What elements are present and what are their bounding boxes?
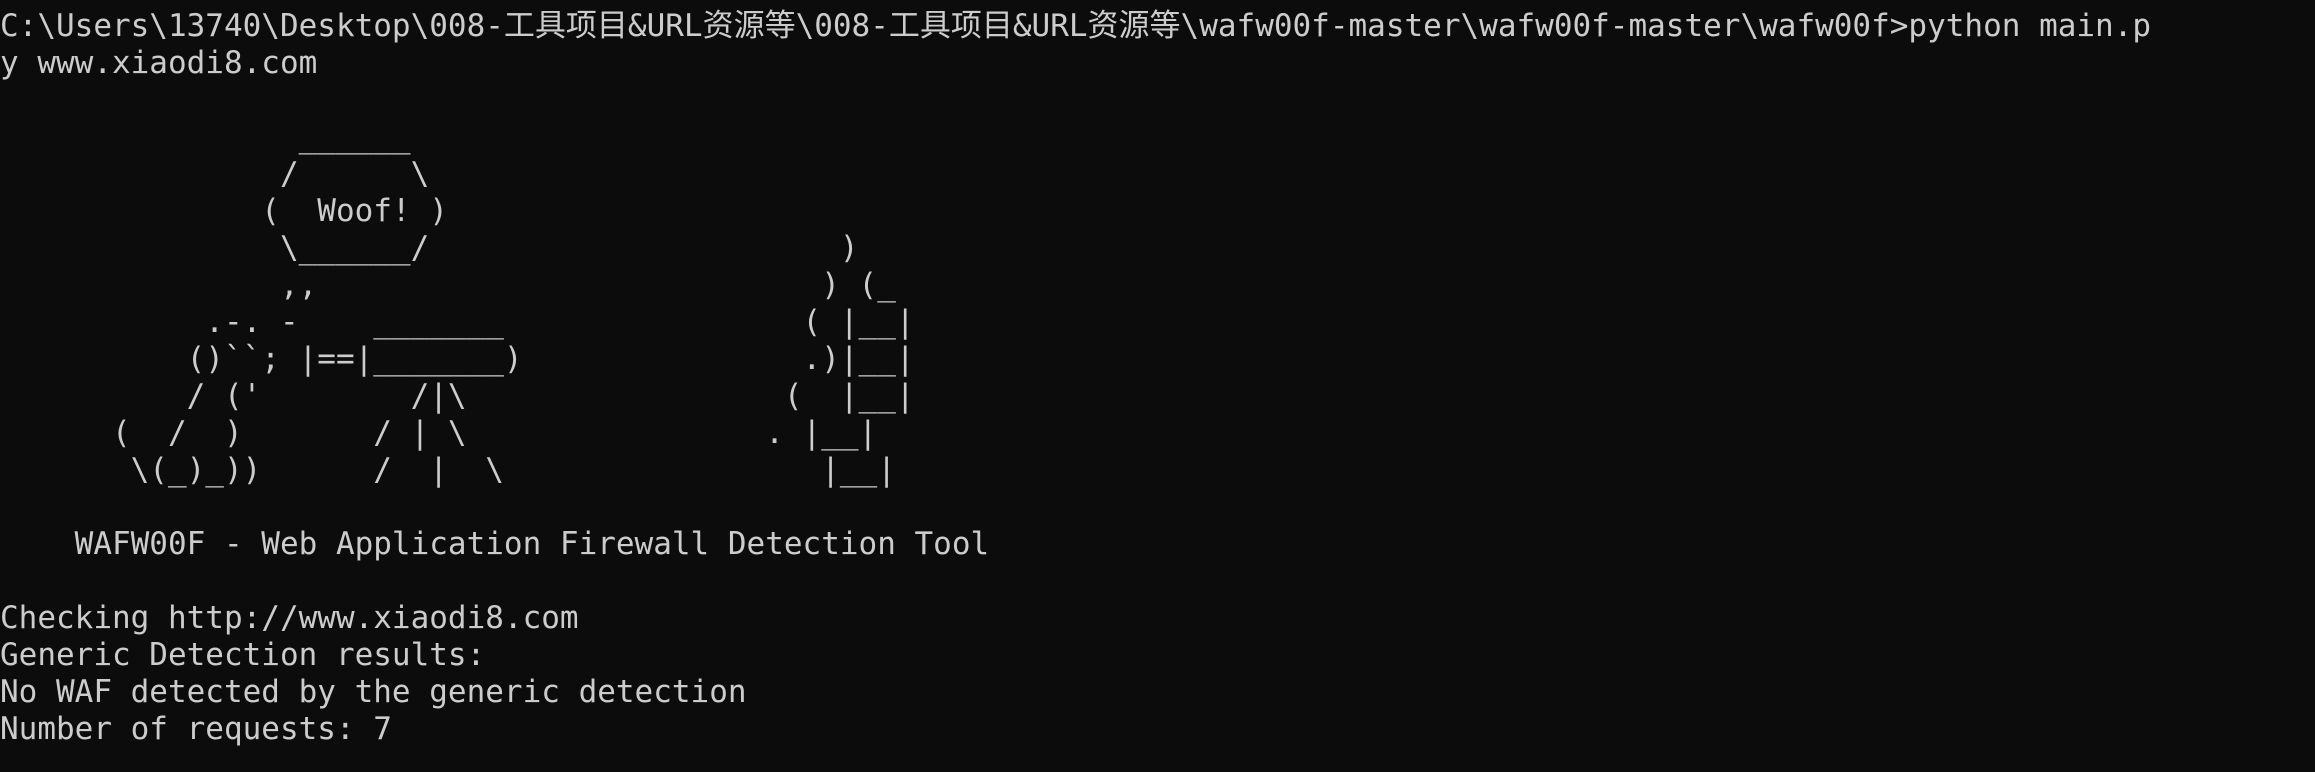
output-checking-line: Checking http://www.xiaodi8.com bbox=[0, 600, 579, 636]
output-detection-result: No WAF detected by the generic detection bbox=[0, 674, 747, 710]
ascii-art-line: / \ bbox=[0, 156, 430, 192]
ascii-art-line: ,, ) (_ bbox=[0, 267, 896, 303]
output-results-header: Generic Detection results: bbox=[0, 637, 486, 673]
terminal-window[interactable]: C:\Users\13740\Desktop\008-工具项目&URL资源等\0… bbox=[0, 0, 2315, 772]
ascii-art-line: ( / ) / | \ . |__| bbox=[0, 415, 878, 451]
command-prompt-line: C:\Users\13740\Desktop\008-工具项目&URL资源等\0… bbox=[0, 8, 2152, 44]
ascii-art-line: ______ bbox=[0, 119, 411, 155]
ascii-art-line: ()``; |==|_______) .)|__| bbox=[0, 341, 915, 377]
ascii-art-line: ( Woof! ) bbox=[0, 193, 448, 229]
ascii-art-line: \______/ ) bbox=[0, 230, 859, 266]
command-prompt-continuation: y www.xiaodi8.com bbox=[0, 45, 318, 81]
ascii-art-line: / (' /|\ ( |__| bbox=[0, 378, 915, 414]
ascii-art-line: \(_)_)) / | \ |__| bbox=[0, 452, 896, 488]
tool-banner-title: WAFW00F - Web Application Firewall Detec… bbox=[0, 526, 990, 562]
output-request-count: Number of requests: 7 bbox=[0, 711, 392, 747]
ascii-art-line: .-. - _______ ( |__| bbox=[0, 304, 915, 340]
